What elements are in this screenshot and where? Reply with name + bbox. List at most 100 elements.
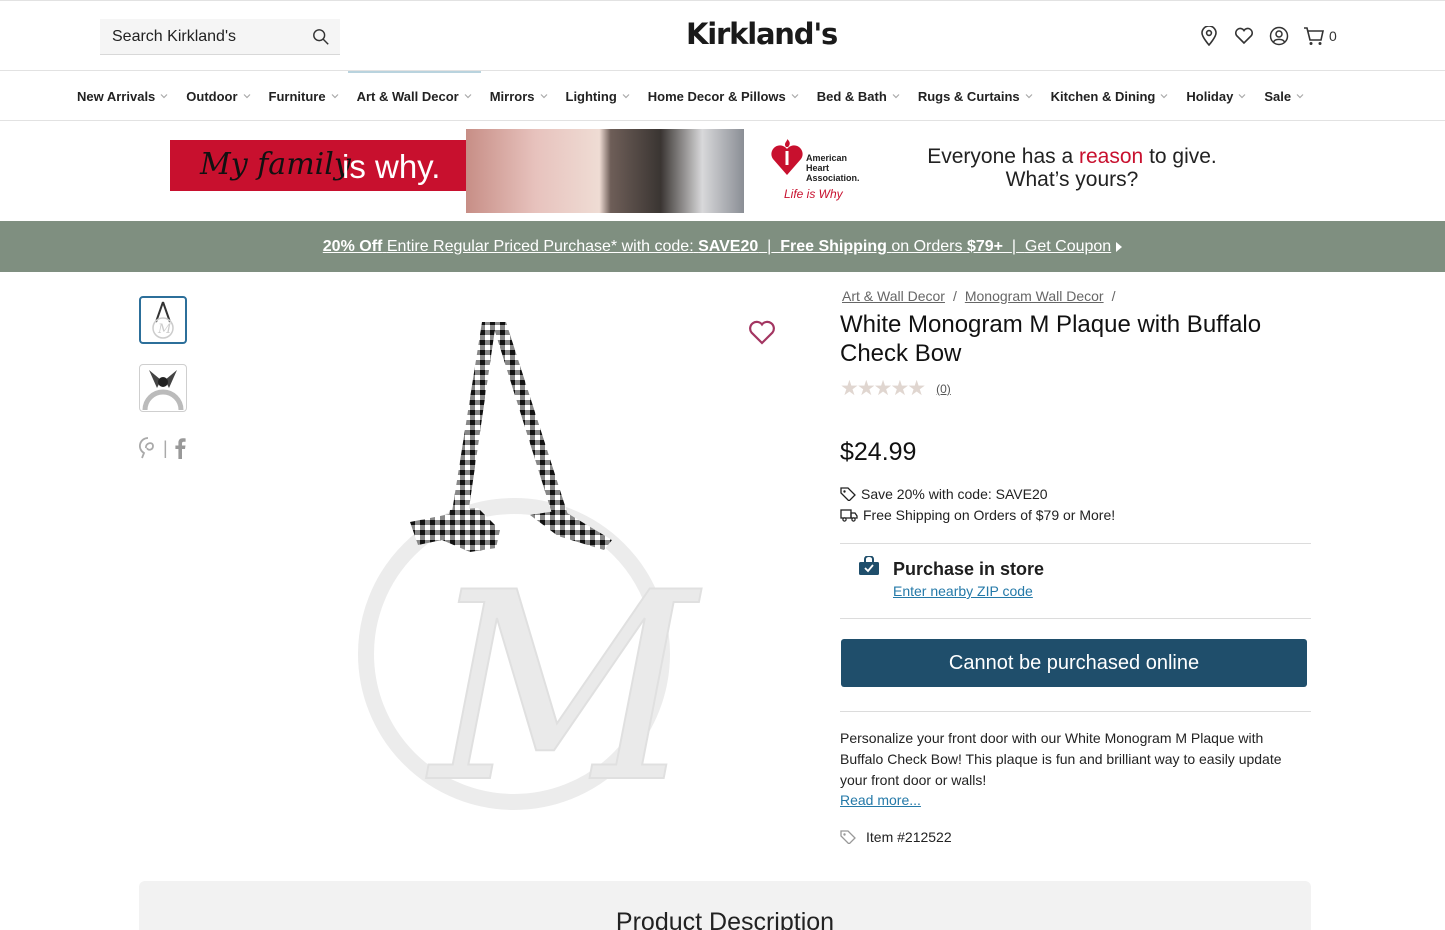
nav-item-label: Lighting <box>565 88 617 104</box>
nav-item-lighting[interactable]: Lighting <box>557 71 639 121</box>
promo-sep-2: | <box>1011 237 1017 255</box>
nav-item-mirrors[interactable]: Mirrors <box>481 71 557 121</box>
nav-item-label: Home Decor & Pillows <box>647 88 786 104</box>
perk-save: Save 20% with code: SAVE20 <box>840 486 1048 502</box>
search-icon[interactable] <box>312 28 330 46</box>
nav-item-new-arrivals[interactable]: New Arrivals <box>68 71 177 121</box>
thumbnail-1[interactable]: M <box>139 296 187 344</box>
chevron-down-icon <box>1025 94 1033 99</box>
promo-link[interactable]: 20% Off Entire Regular Priced Purchase* … <box>323 238 1111 256</box>
nav-item-label: Rugs & Curtains <box>917 88 1020 104</box>
nav-item-label: Mirrors <box>489 88 535 104</box>
product-description-heading: Product Description <box>615 908 835 930</box>
item-number: Item #212522 <box>840 829 952 845</box>
social-divider: | <box>163 437 168 458</box>
divider <box>840 543 1311 544</box>
pinterest-icon[interactable] <box>139 437 157 459</box>
nav-item-art-wall-decor[interactable]: Art & Wall Decor <box>347 71 481 121</box>
rating-stars[interactable]: ★★★★★ (0) <box>840 376 951 401</box>
review-count[interactable]: (0) <box>936 382 951 396</box>
wishlist-heart-icon[interactable] <box>748 318 776 346</box>
location-pin-icon[interactable] <box>1198 25 1220 47</box>
product-main-image[interactable]: M <box>300 300 740 830</box>
get-coupon-link[interactable]: Get Coupon <box>1025 238 1111 255</box>
cannot-purchase-button[interactable]: Cannot be purchased online <box>841 639 1307 687</box>
promo-bar[interactable]: 20% Off Entire Regular Priced Purchase* … <box>0 221 1445 272</box>
nav-item-label: Holiday <box>1186 88 1234 104</box>
cart-count[interactable]: 0 <box>1329 28 1337 44</box>
nav-item-rugs-curtains[interactable]: Rugs & Curtains <box>909 71 1042 121</box>
banner-message-1: Everyone has a <box>927 145 1074 168</box>
monogram-thumb-image: M <box>152 301 174 339</box>
nav-item-outdoor[interactable]: Outdoor <box>177 71 259 121</box>
breadcrumb: Art & Wall Decor / Monogram Wall Decor / <box>842 288 1123 304</box>
header-actions: 0 <box>1198 24 1337 48</box>
nav-item-label: Outdoor <box>186 88 238 104</box>
search-input[interactable] <box>112 26 302 48</box>
main-nav: New Arrivals Outdoor Furniture Art & Wall D… <box>0 71 1445 121</box>
banner-message-3: What’s yours? <box>1005 168 1139 191</box>
nav-item-label: Sale <box>1264 88 1292 104</box>
breadcrumb-link-1[interactable]: Art & Wall Decor <box>842 288 945 304</box>
promo-code: SAVE20 <box>698 237 759 255</box>
chevron-down-icon <box>464 94 472 99</box>
product-description-panel[interactable]: Product Description <box>139 881 1311 930</box>
promo-ship-amount: $79+ <box>966 237 1003 255</box>
ad-banner[interactable]: My family is why. American Heart Associa… <box>170 129 1280 213</box>
banner-tag-2: is why. <box>342 148 441 185</box>
breadcrumb-sep: / <box>952 288 957 304</box>
chevron-down-icon <box>892 94 900 99</box>
truck-icon <box>840 509 858 522</box>
nav-item-furniture[interactable]: Furniture <box>260 71 348 121</box>
divider <box>840 618 1311 619</box>
thumbnail-2[interactable] <box>139 364 187 412</box>
nav-item-bed-bath[interactable]: Bed & Bath <box>808 71 909 121</box>
bow-thumb-image <box>141 366 185 410</box>
perk-shipping: Free Shipping on Orders of $79 or More! <box>840 507 1115 523</box>
chevron-down-icon <box>1296 94 1304 99</box>
kirklands-logo[interactable]: Kirkland's <box>686 17 838 51</box>
nav-item-home-decor-pillows[interactable]: Home Decor & Pillows <box>639 71 808 121</box>
chevron-down-icon <box>243 94 250 99</box>
nav-item-sale[interactable]: Sale <box>1255 71 1313 121</box>
facebook-icon[interactable] <box>174 437 186 459</box>
heart-icon[interactable] <box>1233 25 1255 47</box>
chevron-down-icon <box>622 94 630 99</box>
chevron-down-icon <box>540 94 547 99</box>
tag-icon <box>840 487 856 501</box>
breadcrumb-link-2[interactable]: Monogram Wall Decor <box>965 288 1104 304</box>
product-description-text: Personalize your front door with our Whi… <box>840 730 1282 788</box>
divider <box>840 711 1311 712</box>
aha-name: American Heart Association. <box>806 153 860 183</box>
nav-item-kitchen-dining[interactable]: Kitchen & Dining <box>1042 71 1178 121</box>
promo-text: Entire Regular Priced Purchase* with cod… <box>386 237 694 255</box>
perk-save-text: Save 20% with code: SAVE20 <box>861 486 1048 502</box>
chevron-down-icon <box>160 94 168 99</box>
star-icon: ★★★★★ <box>840 377 926 400</box>
chevron-down-icon <box>1160 94 1168 99</box>
chevron-down-icon <box>791 94 799 99</box>
svg-text:M: M <box>157 322 172 337</box>
chevron-down-icon <box>1238 94 1246 99</box>
nav-item-holiday[interactable]: Holiday <box>1177 71 1255 121</box>
promo-sep-1: | <box>767 237 772 255</box>
banner-photo <box>466 129 744 213</box>
nav-item-label: Furniture <box>268 88 326 104</box>
promo-ship: Free Shipping <box>780 237 887 255</box>
nav-item-label: New Arrivals <box>77 88 156 104</box>
cart-icon[interactable] <box>1303 25 1325 47</box>
product-price: $24.99 <box>840 438 917 466</box>
account-icon[interactable] <box>1268 25 1290 47</box>
zip-code-link[interactable]: Enter nearby ZIP code <box>893 583 1033 599</box>
caret-right-icon <box>1116 241 1123 252</box>
banner-tag-1: My family <box>200 147 351 182</box>
nav-item-label: Bed & Bath <box>816 88 887 104</box>
social-share: | <box>139 437 186 459</box>
nav-item-label: Kitchen & Dining <box>1050 88 1156 104</box>
read-more-link[interactable]: Read more... <box>840 792 921 808</box>
svg-text:M: M <box>426 538 702 830</box>
banner-red-panel: My family is why. <box>170 140 466 191</box>
search-box[interactable] <box>100 19 340 55</box>
item-number-text: Item #212522 <box>866 829 952 845</box>
breadcrumb-sep: / <box>1111 288 1116 304</box>
